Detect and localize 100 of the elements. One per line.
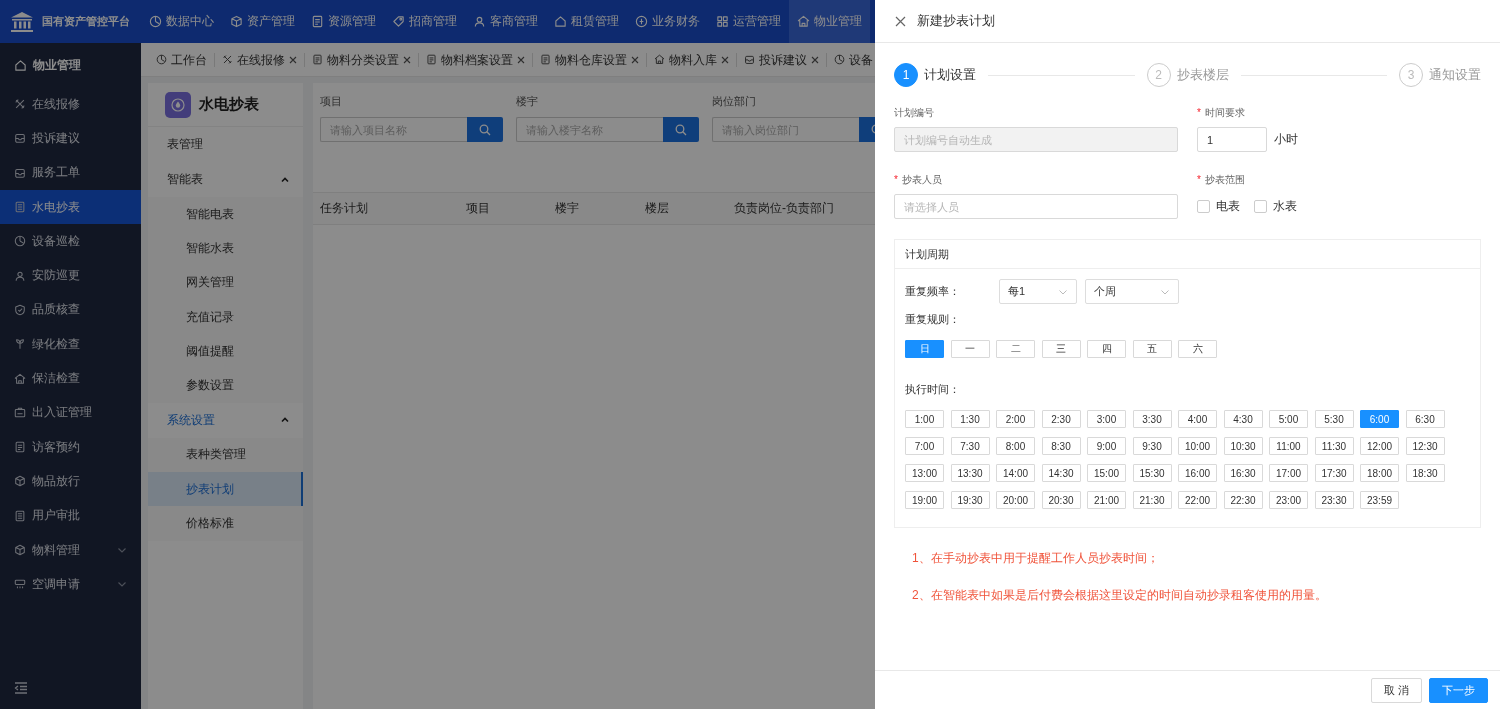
time-toggle[interactable]: 4:00 (1178, 410, 1217, 428)
time-toggle[interactable]: 12:30 (1405, 437, 1445, 455)
time-toggle[interactable]: 22:00 (1178, 491, 1217, 509)
page-tab[interactable]: 物料仓库设置 (533, 52, 647, 67)
time-toggle[interactable]: 13:00 (905, 464, 944, 482)
time-toggle[interactable]: 9:30 (1132, 437, 1172, 455)
time-toggle[interactable]: 15:00 (1087, 464, 1126, 482)
day-toggle[interactable]: 六 (1178, 340, 1217, 358)
dropdown[interactable]: 个周 (1085, 279, 1179, 304)
close-icon[interactable] (895, 15, 906, 27)
time-toggle[interactable]: 20:00 (996, 491, 1035, 509)
time-toggle[interactable]: 8:30 (1041, 437, 1081, 455)
sidebar-item[interactable]: 物品放行 (0, 464, 141, 499)
time-toggle[interactable]: 17:00 (1269, 464, 1308, 482)
time-toggle[interactable]: 16:00 (1178, 464, 1217, 482)
time-toggle[interactable]: 4:30 (1223, 410, 1263, 428)
checkbox[interactable] (1254, 200, 1267, 213)
nav-menu-item[interactable]: 租赁管理 (546, 0, 627, 43)
time-toggle[interactable]: 21:00 (1087, 491, 1126, 509)
time-toggle[interactable]: 7:00 (905, 437, 944, 455)
sidebar-item[interactable]: 设备巡检 (0, 224, 141, 259)
time-toggle[interactable]: 14:30 (1041, 464, 1081, 482)
time-toggle[interactable]: 2:00 (996, 410, 1035, 428)
sidebar-item[interactable]: 用户审批 (0, 498, 141, 533)
time-toggle[interactable]: 20:30 (1041, 491, 1081, 509)
submenu-item[interactable]: 参数设置 (148, 368, 303, 403)
submenu-item[interactable]: 表管理 (148, 127, 303, 162)
time-toggle[interactable]: 22:30 (1223, 491, 1263, 509)
time-toggle[interactable]: 6:30 (1405, 410, 1445, 428)
time-toggle[interactable]: 18:30 (1405, 464, 1445, 482)
close-icon[interactable] (631, 55, 639, 64)
cancel-button[interactable]: 取 消 (1370, 677, 1422, 703)
search-button[interactable] (663, 117, 699, 142)
close-icon[interactable] (721, 55, 729, 64)
collapse-menu-icon[interactable] (14, 681, 28, 695)
submenu-item[interactable]: 表种类管理 (148, 437, 303, 473)
day-toggle[interactable]: 二 (996, 340, 1035, 358)
page-tab[interactable]: 物料分类设置 (305, 52, 419, 67)
sidebar-item[interactable]: 服务工单 (0, 155, 141, 190)
time-toggle[interactable]: 9:00 (1087, 437, 1126, 455)
submenu-item[interactable]: 网关管理 (148, 265, 303, 300)
time-toggle[interactable]: 10:00 (1178, 437, 1217, 455)
close-icon[interactable] (811, 55, 819, 64)
time-toggle[interactable]: 8:00 (996, 437, 1035, 455)
select-field[interactable]: 请选择人员 (894, 194, 1178, 219)
time-toggle[interactable]: 1:30 (950, 410, 990, 428)
sidebar-item[interactable]: 空调申请 (0, 567, 141, 602)
sidebar-item[interactable]: 水电抄表 (0, 189, 141, 225)
time-toggle[interactable]: 10:30 (1223, 437, 1263, 455)
nav-menu-item[interactable]: 运营管理 (708, 0, 789, 43)
nav-menu-item[interactable]: 资源管理 (303, 0, 384, 43)
time-toggle[interactable]: 18:00 (1360, 464, 1399, 482)
time-toggle[interactable]: 3:00 (1087, 410, 1126, 428)
sidebar-item[interactable]: 访客预约 (0, 429, 141, 465)
time-toggle[interactable]: 19:00 (905, 491, 944, 509)
time-toggle[interactable]: 16:30 (1223, 464, 1263, 482)
nav-menu-item[interactable]: 物业管理 (789, 0, 870, 43)
time-toggle[interactable]: 12:00 (1360, 437, 1399, 455)
time-toggle[interactable]: 5:30 (1314, 410, 1354, 428)
time-toggle[interactable]: 15:30 (1132, 464, 1172, 482)
close-icon[interactable] (289, 55, 297, 64)
submenu-item[interactable]: 智能电表 (148, 197, 303, 232)
page-tab[interactable]: 物料档案设置 (419, 52, 533, 67)
time-toggle[interactable]: 3:30 (1132, 410, 1172, 428)
sidebar-item[interactable]: 安防巡更 (0, 258, 141, 293)
nav-menu-item[interactable]: 招商管理 (384, 0, 465, 43)
sidebar-item[interactable]: 品质核查 (0, 292, 141, 328)
page-tab[interactable]: 投诉建议 (737, 52, 827, 67)
time-toggle[interactable]: 1:00 (905, 410, 944, 428)
time-toggle[interactable]: 7:30 (950, 437, 990, 455)
nav-menu-item[interactable]: 客商管理 (465, 0, 546, 43)
time-toggle[interactable]: 19:30 (950, 491, 990, 509)
time-toggle[interactable]: 11:00 (1269, 437, 1308, 455)
time-toggle[interactable]: 14:00 (996, 464, 1035, 482)
page-tab[interactable]: 物料入库 (647, 52, 737, 67)
time-toggle[interactable]: 13:30 (950, 464, 990, 482)
submenu-item[interactable]: 充值记录 (148, 299, 303, 335)
sidebar-section-header[interactable]: 物业管理 (0, 43, 141, 87)
nav-menu-item[interactable]: 数据中心 (141, 0, 222, 43)
page-tab[interactable]: 在线报修 (215, 52, 305, 67)
time-toggle[interactable]: 23:59 (1360, 491, 1399, 509)
sidebar-item[interactable]: 出入证管理 (0, 395, 141, 430)
day-toggle[interactable]: 一 (950, 340, 990, 358)
day-toggle[interactable]: 四 (1087, 340, 1126, 358)
search-button[interactable] (467, 117, 503, 142)
sidebar-item[interactable]: 物料管理 (0, 532, 141, 568)
day-toggle[interactable]: 三 (1041, 340, 1081, 358)
sidebar-item[interactable]: 投诉建议 (0, 121, 141, 156)
nav-menu-item[interactable]: 业务财务 (627, 0, 708, 43)
time-toggle[interactable]: 5:00 (1269, 410, 1308, 428)
time-toggle[interactable]: 23:00 (1269, 491, 1308, 509)
submenu-item[interactable]: 智能表 (148, 162, 303, 197)
time-toggle[interactable]: 11:30 (1314, 437, 1354, 455)
close-icon[interactable] (403, 55, 411, 64)
sidebar-item[interactable]: 保洁检查 (0, 361, 141, 396)
checkbox[interactable] (1197, 200, 1210, 213)
time-toggle[interactable]: 23:30 (1314, 491, 1354, 509)
day-toggle[interactable]: 五 (1132, 340, 1172, 358)
page-tab[interactable]: 工作台 (149, 52, 215, 67)
sidebar-item[interactable]: 在线报修 (0, 87, 141, 122)
